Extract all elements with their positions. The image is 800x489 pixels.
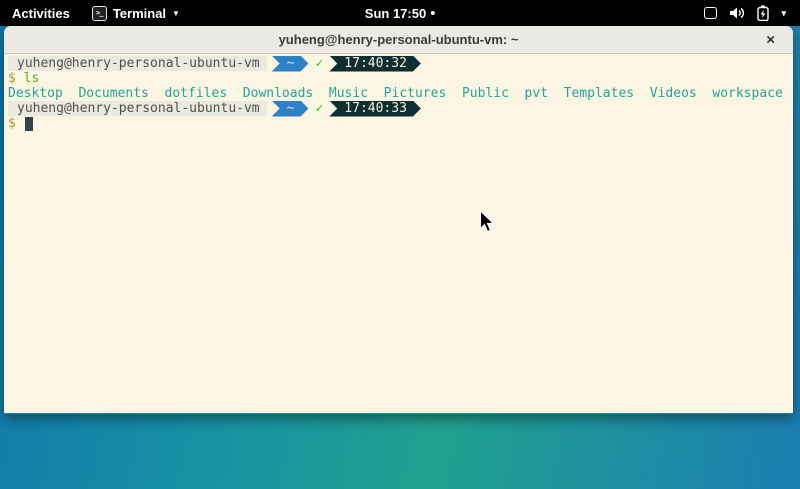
directory-entry: Templates xyxy=(564,86,634,101)
prompt-time-segment: 17:40:32 xyxy=(329,56,421,72)
prompt-line-2: yuheng@henry-personal-ubuntu-vm ~ ✓ 17:4… xyxy=(4,101,793,116)
directory-entry: dotfiles xyxy=(165,86,228,101)
directory-entry: Documents xyxy=(78,86,148,101)
directory-entry: Pictures xyxy=(384,86,447,101)
directory-entry: pvt xyxy=(525,86,548,101)
close-button[interactable]: × xyxy=(762,30,779,49)
directory-entry: Music xyxy=(329,86,368,101)
directory-entry: Downloads xyxy=(243,86,313,101)
display-icon xyxy=(704,7,717,19)
command-text: ls xyxy=(24,71,40,86)
prompt-status-check-icon: ✓ xyxy=(315,101,323,116)
volume-icon xyxy=(729,6,745,20)
app-menu-terminal[interactable]: >_ Terminal ▼ xyxy=(82,0,190,26)
prompt-dir-segment: ~ xyxy=(272,56,309,72)
prompt-user-segment: yuheng@henry-personal-ubuntu-vm xyxy=(8,56,267,71)
prompt-user-segment: yuheng@henry-personal-ubuntu-vm xyxy=(8,101,267,116)
input-line[interactable]: $ xyxy=(4,116,793,131)
chevron-down-icon: ▼ xyxy=(172,9,180,18)
prompt-dollar: $ xyxy=(8,71,24,86)
prompt-dollar: $ xyxy=(8,116,24,131)
command-line: $ ls xyxy=(4,71,793,86)
prompt-line-1: yuheng@henry-personal-ubuntu-vm ~ ✓ 17:4… xyxy=(4,56,793,71)
terminal-icon: >_ xyxy=(92,6,107,21)
directory-entry: Public xyxy=(462,86,509,101)
directory-entry: workspace xyxy=(712,86,782,101)
terminal-content[interactable]: yuheng@henry-personal-ubuntu-vm ~ ✓ 17:4… xyxy=(4,54,793,413)
system-status-menu[interactable]: ▾ xyxy=(690,0,800,26)
prompt-time-segment: 17:40:33 xyxy=(329,101,421,117)
battery-charging-icon xyxy=(757,5,769,21)
app-menu-label: Terminal xyxy=(113,6,166,21)
clock-label: Sun 17:50 xyxy=(365,6,426,21)
top-bar: Activities >_ Terminal ▼ Sun 17:50 ▾ xyxy=(0,0,800,26)
ls-output-line: Desktop Documents dotfiles Downloads Music Pi… xyxy=(4,86,793,101)
notification-dot-icon xyxy=(431,11,435,15)
activities-button[interactable]: Activities xyxy=(0,0,82,26)
top-bar-left: Activities >_ Terminal ▼ xyxy=(0,0,190,26)
window-titlebar[interactable]: yuheng@henry-personal-ubuntu-vm: ~ × xyxy=(4,26,793,54)
prompt-status-check-icon: ✓ xyxy=(315,56,323,71)
prompt-dir-segment: ~ xyxy=(272,101,309,117)
clock-menu[interactable]: Sun 17:50 xyxy=(365,0,435,26)
chevron-down-icon: ▾ xyxy=(781,8,786,19)
directory-entry: Videos xyxy=(650,86,697,101)
directory-entry: Desktop xyxy=(8,86,63,101)
text-cursor xyxy=(25,117,33,131)
terminal-window: yuheng@henry-personal-ubuntu-vm: ~ × yuh… xyxy=(4,26,793,414)
window-title: yuheng@henry-personal-ubuntu-vm: ~ xyxy=(279,32,519,47)
